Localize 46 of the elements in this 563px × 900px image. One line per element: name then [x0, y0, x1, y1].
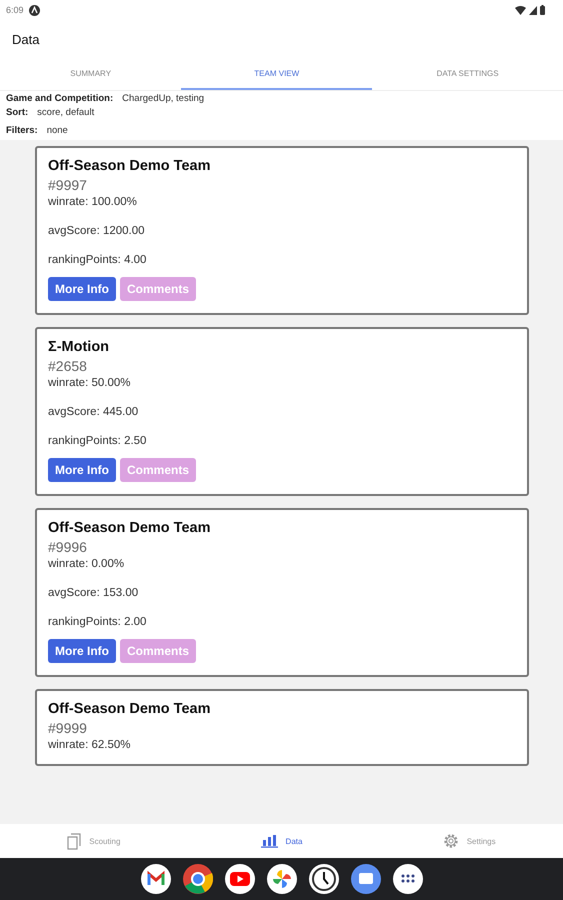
team-number: #9997 [48, 176, 87, 194]
message-icon[interactable] [350, 864, 380, 894]
team-stat: avgScore: 445.00 [48, 405, 138, 419]
comments-button[interactable]: Comments [120, 458, 196, 482]
info-value: none [46, 125, 68, 136]
team-name: Σ-Motion [48, 338, 110, 357]
more-info-button[interactable]: More Info [48, 639, 116, 663]
team-stat: rankingPoints: 2.00 [48, 615, 146, 629]
info-label: Sort: [6, 107, 28, 118]
team-stat: rankingPoints: 2.50 [48, 434, 146, 448]
info-value: score, default [37, 107, 94, 118]
settings-icon [442, 833, 459, 849]
team-stat: winrate: 100.00% [48, 195, 137, 209]
documents-icon [67, 832, 82, 850]
play-icon[interactable] [224, 864, 254, 894]
team-name: Off-Season Demo Team [48, 157, 210, 176]
pinwheel-icon[interactable] [266, 864, 296, 894]
notification-icon [28, 4, 40, 16]
mail-icon[interactable] [140, 864, 170, 894]
team-stat: winrate: 0.00% [48, 557, 124, 571]
status-time: 6:09 [6, 5, 24, 15]
comments-button[interactable]: Comments [120, 639, 196, 663]
info-label: Game and Competition: [6, 93, 114, 104]
wifi-icon [515, 6, 526, 14]
browser-icon[interactable] [182, 864, 212, 894]
clock-icon[interactable] [308, 864, 338, 894]
battery-icon [540, 5, 545, 15]
team-stat: avgScore: 1200.00 [48, 224, 145, 238]
bar-chart-icon [260, 834, 278, 848]
team-number: #9996 [48, 538, 87, 556]
team-stat: winrate: 62.50% [48, 738, 130, 752]
team-stat: winrate: 50.00% [48, 376, 130, 390]
signal-icon [529, 6, 537, 14]
more-info-button[interactable]: More Info [48, 277, 116, 301]
team-number: #9999 [48, 719, 87, 737]
info-value: ChargedUp, testing [122, 93, 204, 104]
team-stat: avgScore: 153.00 [48, 586, 138, 600]
more-info-button[interactable]: More Info [48, 458, 116, 482]
comments-button[interactable]: Comments [120, 277, 196, 301]
info-label: Filters: [6, 125, 38, 136]
app-title: Data [12, 32, 40, 46]
team-name: Off-Season Demo Team [48, 519, 210, 538]
team-number: #2658 [48, 357, 87, 375]
team-name: Off-Season Demo Team [48, 700, 210, 719]
apps-grid-icon[interactable] [392, 864, 422, 894]
team-stat: rankingPoints: 4.00 [48, 253, 146, 267]
